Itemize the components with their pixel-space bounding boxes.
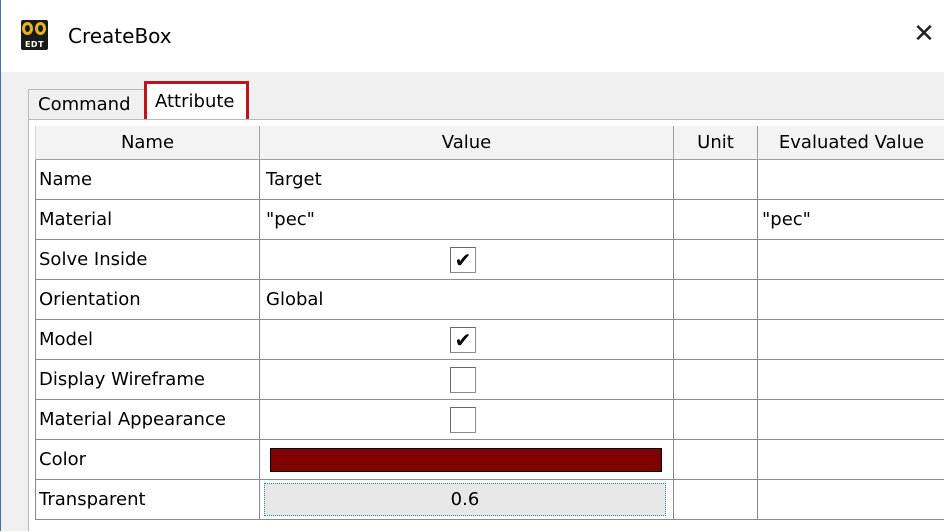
unit-cell [674, 200, 758, 240]
row-label: Transparent [35, 480, 260, 520]
attribute-panel: Name Value Unit Evaluated Value Name Tar… [28, 119, 944, 532]
table-row-material-appearance: Material Appearance [35, 400, 944, 440]
table-row-model: Model ✔ [35, 320, 944, 360]
column-header-unit[interactable]: Unit [674, 126, 758, 160]
column-header-value[interactable]: Value [260, 126, 674, 160]
evaluated-value-cell [758, 400, 944, 440]
table-row-name: Name Target [35, 160, 944, 200]
color-cell [260, 440, 674, 480]
evaluated-value-cell [758, 160, 944, 200]
dialog-client-area: Command Attribute Name Value Unit Evalua… [1, 72, 944, 532]
table-row-orientation: Orientation Global [35, 280, 944, 320]
tab-attribute-label: Attribute [155, 91, 235, 112]
solve-inside-cell: ✔ [260, 240, 674, 280]
row-label: Orientation [35, 280, 260, 320]
row-label: Display Wireframe [35, 360, 260, 400]
unit-cell [674, 440, 758, 480]
evaluated-value-cell [758, 480, 944, 520]
row-label: Material Appearance [35, 400, 260, 440]
app-icon-ring-left [22, 22, 33, 35]
property-grid: Name Value Unit Evaluated Value Name Tar… [35, 126, 944, 532]
unit-cell [674, 360, 758, 400]
row-label: Material [35, 200, 260, 240]
material-appearance-checkbox[interactable] [450, 407, 476, 433]
evaluated-value-cell [758, 320, 944, 360]
table-row-solve-inside: Solve Inside ✔ [35, 240, 944, 280]
tab-command[interactable]: Command [28, 89, 146, 119]
column-header-name[interactable]: Name [35, 126, 260, 160]
table-row-color: Color [35, 440, 944, 480]
app-icon-label: EDT [24, 40, 45, 49]
app-icon-ring-right [35, 22, 46, 35]
evaluated-value-cell [758, 280, 944, 320]
app-icon: EDT [21, 20, 48, 50]
material-value-field[interactable]: "pec" [260, 200, 674, 240]
orientation-value-field[interactable]: Global [260, 280, 674, 320]
unit-cell [674, 320, 758, 360]
model-checkbox[interactable]: ✔ [450, 327, 476, 353]
row-label: Solve Inside [35, 240, 260, 280]
table-row-display-wireframe: Display Wireframe [35, 360, 944, 400]
evaluated-value-cell [758, 240, 944, 280]
display-wireframe-cell [260, 360, 674, 400]
row-label: Model [35, 320, 260, 360]
unit-cell [674, 280, 758, 320]
table-row-material: Material "pec" "pec" [35, 200, 944, 240]
color-swatch-button[interactable] [270, 448, 662, 472]
unit-cell [674, 240, 758, 280]
row-label: Name [35, 160, 260, 200]
material-appearance-cell [260, 400, 674, 440]
title-bar[interactable]: EDT CreateBox ✕ [1, 0, 944, 72]
unit-cell [674, 160, 758, 200]
transparent-cell: 0.6 [260, 480, 674, 520]
unit-cell [674, 400, 758, 440]
table-row-transparent: Transparent 0.6 [35, 480, 944, 520]
name-value-field[interactable]: Target [260, 160, 674, 200]
evaluated-value-cell: "pec" [758, 200, 944, 240]
tab-command-label: Command [38, 94, 131, 115]
column-header-evaluated-value[interactable]: Evaluated Value [758, 126, 944, 160]
model-cell: ✔ [260, 320, 674, 360]
transparency-input[interactable]: 0.6 [264, 483, 666, 516]
display-wireframe-checkbox[interactable] [450, 367, 476, 393]
row-label: Color [35, 440, 260, 480]
createbox-dialog: EDT CreateBox ✕ Command Attribute Name V… [0, 0, 944, 532]
tab-attribute[interactable]: Attribute [144, 81, 249, 119]
evaluated-value-cell [758, 440, 944, 480]
unit-cell [674, 480, 758, 520]
evaluated-value-cell [758, 360, 944, 400]
window-title: CreateBox [68, 24, 172, 48]
solve-inside-checkbox[interactable]: ✔ [450, 247, 476, 273]
close-icon[interactable]: ✕ [909, 18, 939, 50]
